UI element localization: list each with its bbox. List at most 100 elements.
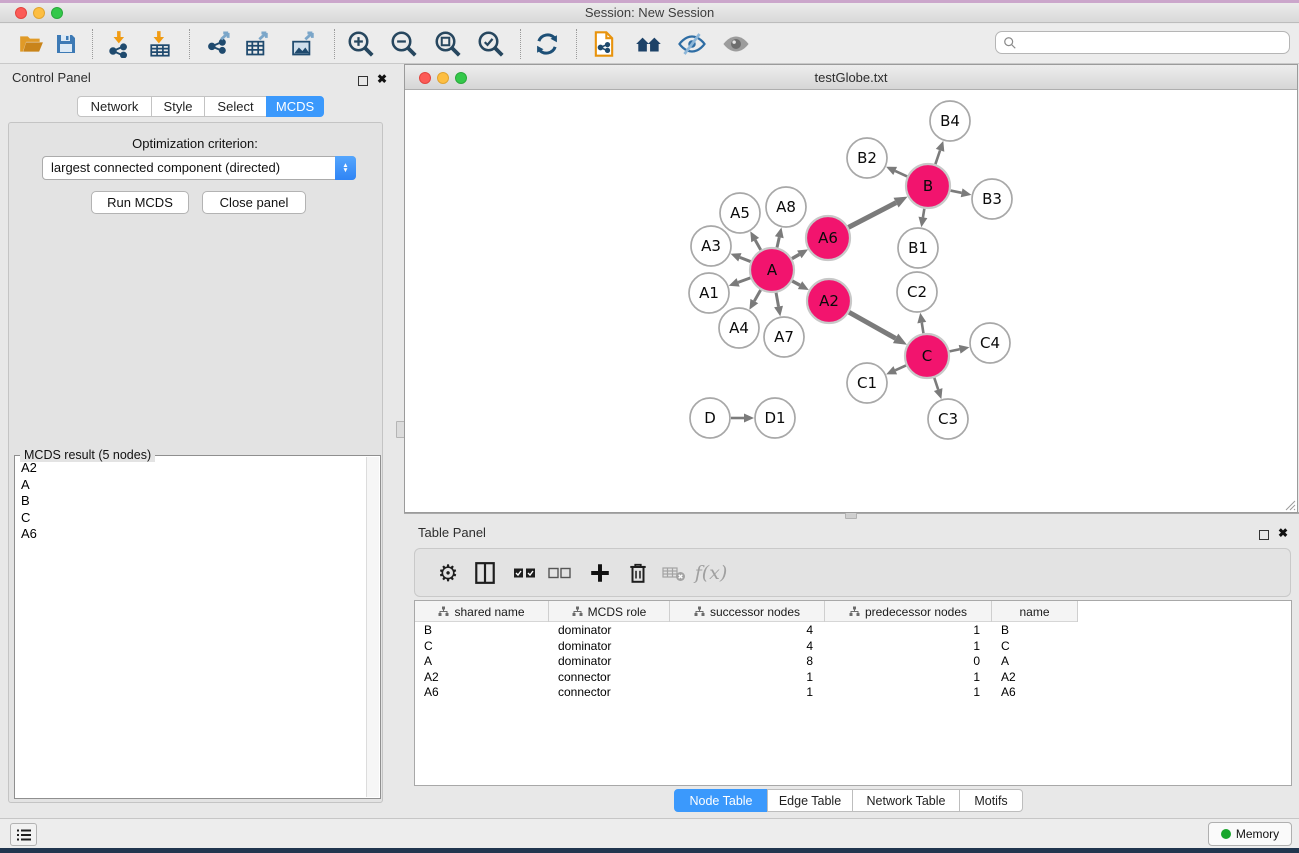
import-network-icon[interactable] xyxy=(102,26,138,62)
graph-edge[interactable] xyxy=(777,237,779,247)
graph-edge[interactable] xyxy=(950,349,960,351)
tab-style[interactable]: Style xyxy=(151,96,205,117)
tab-edge-table[interactable]: Edge Table xyxy=(767,789,853,812)
table-row[interactable]: Adominator80A xyxy=(415,654,1291,670)
close-panel-button[interactable]: Close panel xyxy=(202,191,306,214)
graph-edge[interactable] xyxy=(922,323,924,334)
graph-edge[interactable] xyxy=(895,365,906,370)
new-network-from-selection-icon[interactable] xyxy=(586,26,622,62)
tab-mcds[interactable]: MCDS xyxy=(266,96,324,117)
graph-edge[interactable] xyxy=(792,254,799,258)
zoom-in-icon[interactable] xyxy=(343,26,379,62)
zoom-window-button[interactable] xyxy=(51,7,63,19)
result-item[interactable]: A6 xyxy=(16,526,366,543)
show-columns-icon[interactable] xyxy=(467,555,503,591)
toolbar-separator xyxy=(576,29,577,59)
first-neighbors-icon[interactable] xyxy=(631,26,667,62)
function-builder-icon[interactable]: f(x) xyxy=(693,555,729,591)
table-row[interactable]: Bdominator41B xyxy=(415,623,1291,639)
tab-select[interactable]: Select xyxy=(204,96,267,117)
control-panel-close-icon[interactable]: ✖ xyxy=(377,74,387,84)
graph-node-label: B4 xyxy=(940,112,960,130)
minimize-window-button[interactable] xyxy=(33,7,45,19)
result-scrollbar[interactable] xyxy=(366,457,379,797)
show-all-icon[interactable] xyxy=(718,26,754,62)
table-panel-float-icon[interactable] xyxy=(1259,527,1269,545)
table-row[interactable]: Cdominator41C xyxy=(415,639,1291,655)
column-header[interactable]: name xyxy=(992,601,1078,622)
graph-edge-arrowhead xyxy=(729,278,740,286)
graph-edge[interactable] xyxy=(935,150,940,164)
table-cell: 1 xyxy=(825,670,992,686)
table-cell: 1 xyxy=(825,623,992,639)
criterion-select[interactable]: largest connected component (directed) ▲… xyxy=(42,156,356,180)
show-panels-button[interactable] xyxy=(10,823,37,846)
delete-table-icon[interactable] xyxy=(656,555,692,591)
tab-motifs[interactable]: Motifs xyxy=(959,789,1023,812)
graph-edge[interactable] xyxy=(848,203,896,228)
add-row-icon[interactable] xyxy=(582,555,618,591)
tab-node-table[interactable]: Node Table xyxy=(674,789,768,812)
run-mcds-button[interactable]: Run MCDS xyxy=(91,191,189,214)
zoom-out-icon[interactable] xyxy=(386,26,422,62)
network-window-titlebar: testGlobe.txt xyxy=(405,65,1297,90)
resize-grip-icon[interactable] xyxy=(1284,499,1296,511)
network-canvas[interactable]: B4B2BB3A5A8A6A3B1AA1C2A2A4A7C4CC1C3DD1 xyxy=(405,91,1297,512)
column-settings-icon[interactable]: ⚙ xyxy=(430,555,466,591)
delete-row-icon[interactable] xyxy=(620,555,656,591)
graph-edge[interactable] xyxy=(895,171,907,176)
graph-edge[interactable] xyxy=(923,209,924,218)
deselect-all-columns-icon[interactable] xyxy=(542,555,578,591)
tab-network-table[interactable]: Network Table xyxy=(852,789,960,812)
save-session-icon[interactable] xyxy=(48,26,84,62)
graph-edge[interactable] xyxy=(792,281,800,285)
export-network-icon[interactable] xyxy=(202,26,238,62)
column-tree-icon xyxy=(849,606,860,617)
table-row[interactable]: A2connector11A2 xyxy=(415,670,1291,686)
status-bar: Memory xyxy=(0,818,1299,848)
graph-edge[interactable] xyxy=(755,240,761,250)
table-cell: dominator xyxy=(549,623,670,639)
export-image-icon[interactable] xyxy=(285,26,321,62)
graph-edge[interactable] xyxy=(951,191,962,193)
table-row[interactable]: A6connector11A6 xyxy=(415,685,1291,701)
table-panel-close-icon[interactable]: ✖ xyxy=(1278,528,1288,538)
zoom-fit-icon[interactable] xyxy=(430,26,466,62)
memory-button[interactable]: Memory xyxy=(1208,822,1292,846)
column-header[interactable]: successor nodes xyxy=(670,601,825,622)
table-cell: 1 xyxy=(825,685,992,701)
control-panel-float-icon[interactable] xyxy=(358,73,368,91)
tab-network[interactable]: Network xyxy=(77,96,152,117)
export-table-icon[interactable] xyxy=(239,26,275,62)
refresh-layout-icon[interactable] xyxy=(529,26,565,62)
select-all-columns-icon[interactable] xyxy=(507,555,543,591)
graph-edge[interactable] xyxy=(740,257,751,261)
network-close-button[interactable] xyxy=(419,72,431,84)
open-session-icon[interactable] xyxy=(13,26,49,62)
control-panel-title: Control Panel xyxy=(12,70,91,85)
search-field-container xyxy=(995,31,1290,54)
graph-edge[interactable] xyxy=(934,378,938,390)
graph-edge[interactable] xyxy=(738,278,750,282)
zoom-selected-icon[interactable] xyxy=(473,26,509,62)
search-input[interactable] xyxy=(1021,32,1289,53)
column-header[interactable]: shared name xyxy=(415,601,549,622)
graph-edge[interactable] xyxy=(776,293,778,307)
table-toolbar: ⚙ f(x) xyxy=(414,548,1291,597)
import-table-icon[interactable] xyxy=(142,26,178,62)
graph-edge-arrowhead xyxy=(775,227,784,238)
result-item[interactable]: A xyxy=(16,477,366,494)
result-item[interactable]: B xyxy=(16,493,366,510)
graph-edge[interactable] xyxy=(849,312,896,338)
result-item[interactable]: A2 xyxy=(16,460,366,477)
close-window-button[interactable] xyxy=(15,7,27,19)
graph-edge[interactable] xyxy=(754,290,760,301)
graph-node-label: C2 xyxy=(907,283,927,301)
criterion-value: largest connected component (directed) xyxy=(51,160,280,175)
network-zoom-button[interactable] xyxy=(455,72,467,84)
hide-selected-icon[interactable] xyxy=(674,26,710,62)
result-item[interactable]: C xyxy=(16,510,366,527)
column-header[interactable]: MCDS role xyxy=(549,601,670,622)
column-header[interactable]: predecessor nodes xyxy=(825,601,992,622)
network-minimize-button[interactable] xyxy=(437,72,449,84)
